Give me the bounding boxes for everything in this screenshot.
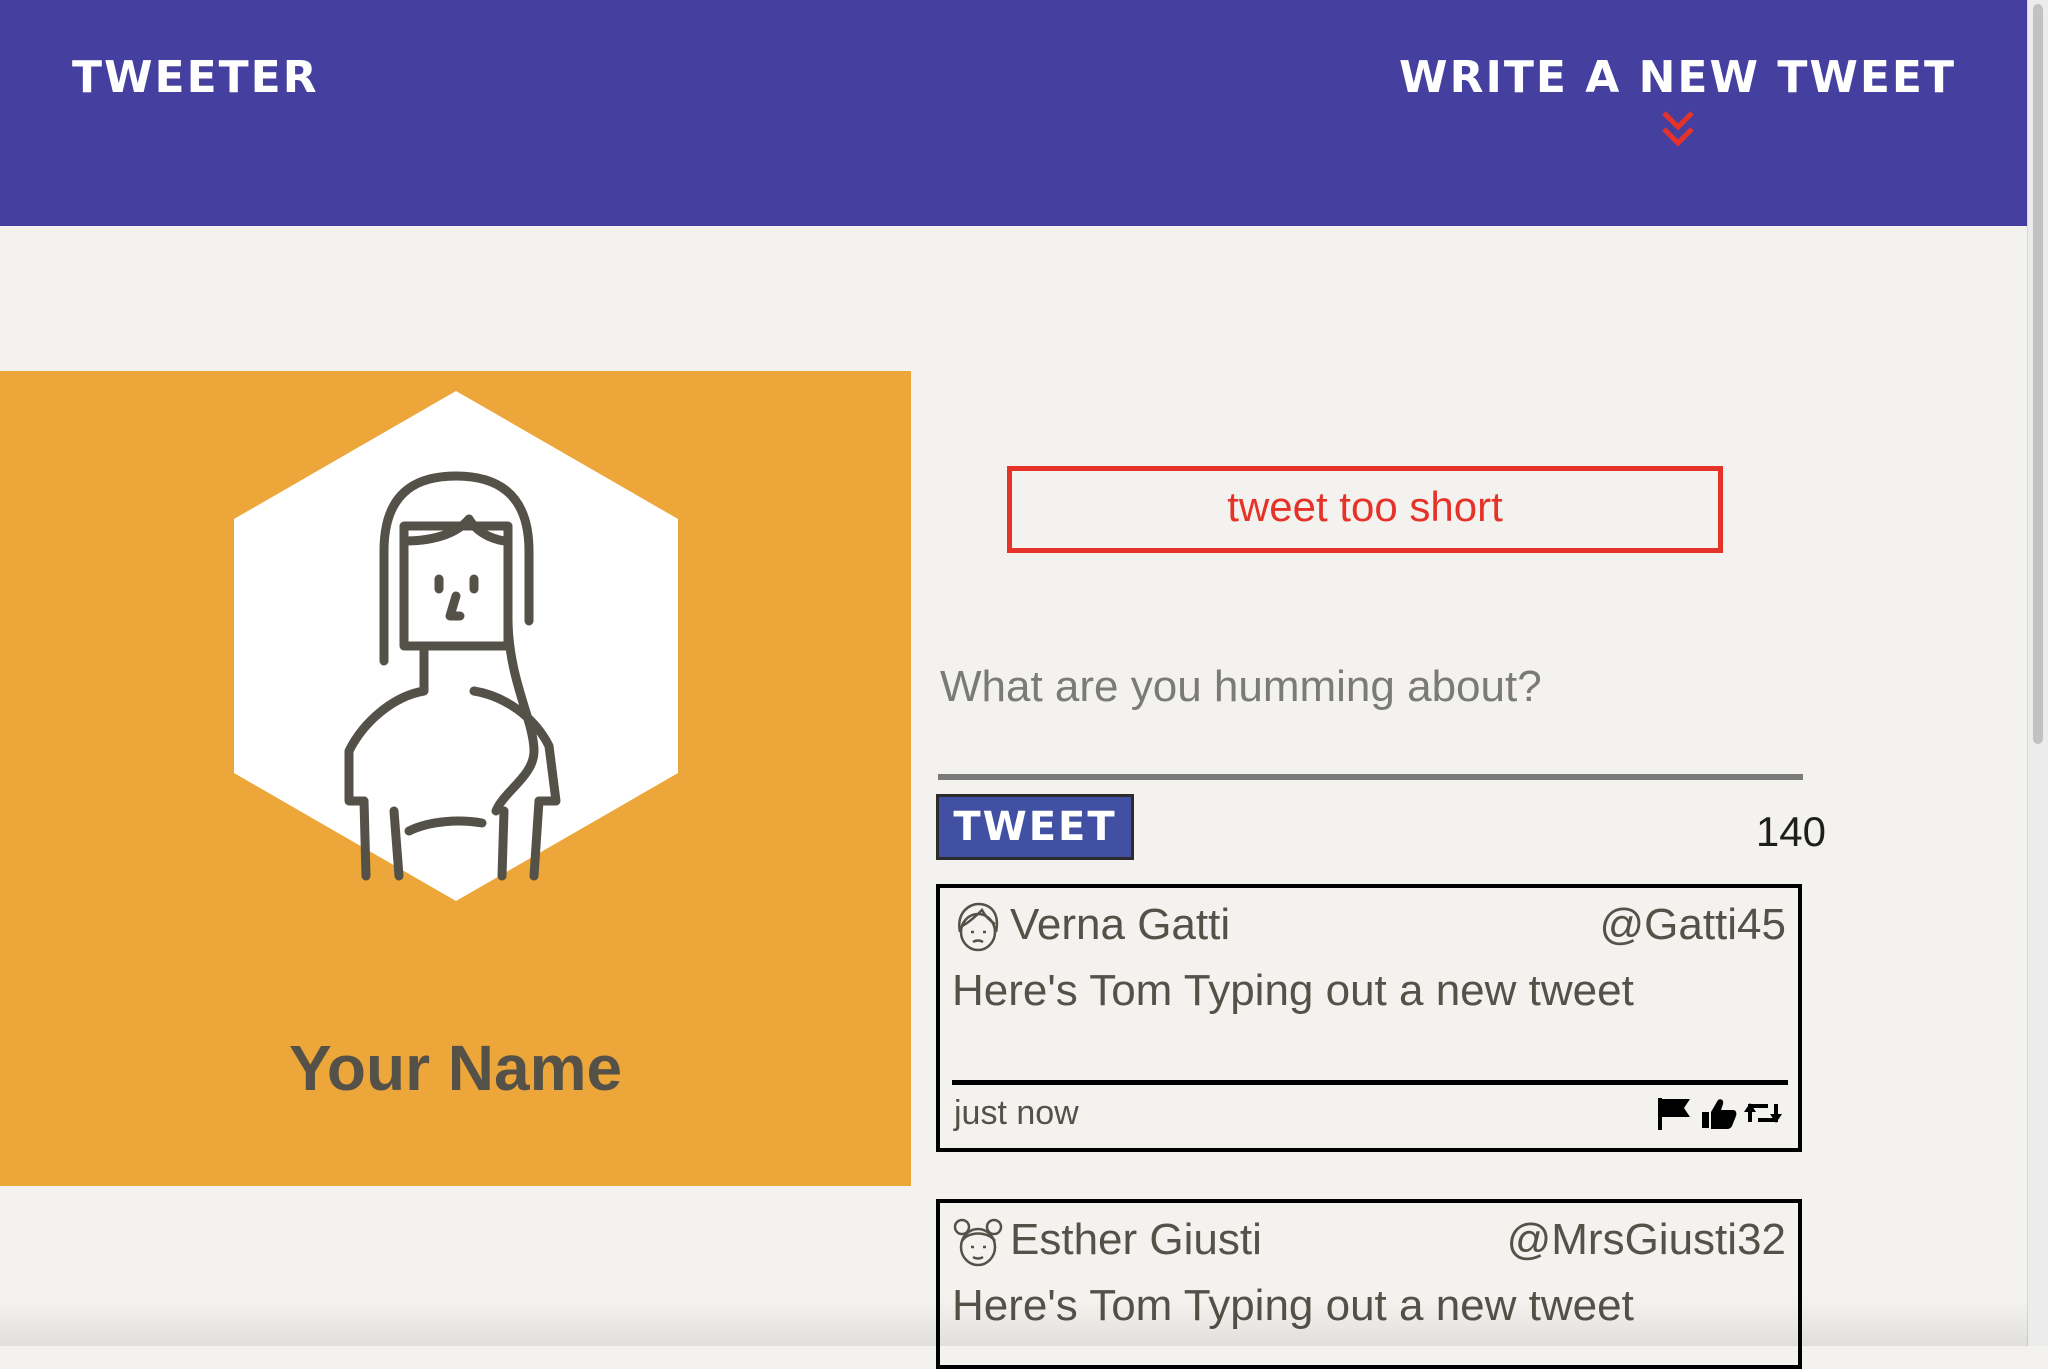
tweet-timestamp: just now: [954, 1094, 1079, 1132]
tweet-author-handle[interactable]: @Gatti45: [1599, 900, 1786, 950]
tweet-author-handle[interactable]: @MrsGiusti32: [1507, 1215, 1786, 1265]
top-nav: TWEETER WRITE A NEW TWEET: [0, 0, 2028, 226]
flag-icon[interactable]: [1654, 1092, 1696, 1134]
profile-card: Your Name: [0, 371, 911, 1186]
tweet-header: Esther Giusti @MrsGiusti32: [950, 1211, 1786, 1275]
retweet-icon[interactable]: [1742, 1092, 1784, 1134]
brand-logo[interactable]: TWEETER: [72, 52, 319, 103]
tweet-card: Verna Gatti @Gatti45 Here's Tom Typing o…: [936, 884, 1802, 1152]
profile-name: Your Name: [288, 1032, 623, 1104]
double-chevron-down-icon: [1661, 111, 1694, 147]
user-avatar-icon: [953, 1218, 1003, 1267]
user-avatar-icon: [958, 902, 999, 952]
tweet-header: Verna Gatti @Gatti45: [950, 896, 1786, 960]
tweet-input[interactable]: [938, 650, 1803, 780]
tweet-author-name: Esther Giusti: [1010, 1215, 1262, 1264]
error-message-box: tweet too short: [1007, 466, 1723, 553]
tweet-author-name: Verna Gatti: [1010, 900, 1231, 949]
page-scrollbar[interactable]: [2027, 0, 2048, 1346]
woman-avatar-icon: [234, 391, 678, 901]
tweet-submit-button[interactable]: TWEET: [936, 794, 1134, 860]
char-counter: 140: [1755, 808, 1826, 855]
scrollbar-thumb[interactable]: [2033, 4, 2043, 744]
tweet-divider: [952, 1080, 1788, 1085]
write-new-tweet-toggle[interactable]: WRITE A NEW TWEET: [1399, 52, 1956, 151]
tweet-card: Esther Giusti @MrsGiusti32 Here's Tom Ty…: [936, 1199, 1802, 1369]
like-icon[interactable]: [1698, 1092, 1740, 1134]
error-message: tweet too short: [1227, 483, 1503, 530]
write-new-tweet-label: WRITE A NEW TWEET: [1399, 52, 1956, 103]
tweet-text: Here's Tom Typing out a new tweet: [952, 966, 1634, 1015]
tweet-actions: [1654, 1092, 1784, 1136]
tweet-text: Here's Tom Typing out a new tweet: [952, 1281, 1634, 1330]
